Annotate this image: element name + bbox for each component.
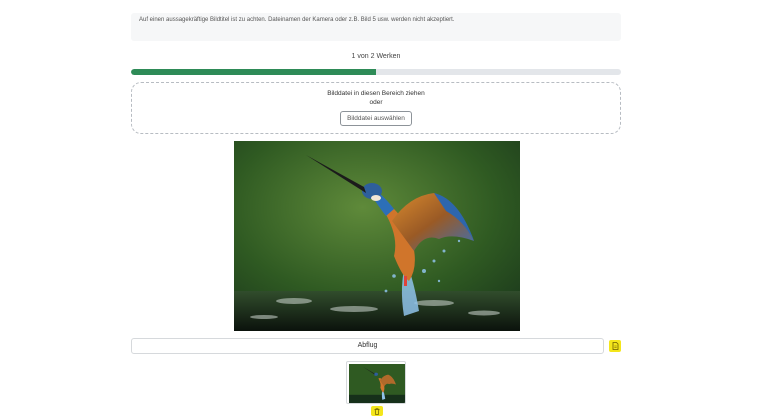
progress-bar bbox=[131, 69, 621, 75]
image-thumbnail[interactable] bbox=[346, 361, 406, 404]
info-notice: Auf einen aussagekräftige Bildtitel ist … bbox=[131, 13, 621, 41]
file-action-button[interactable] bbox=[609, 340, 621, 352]
upload-dropzone[interactable]: Bilddatei in diesen Bereich ziehen oder … bbox=[131, 82, 621, 134]
work-counter: 1 von 2 Werken bbox=[351, 53, 401, 60]
trash-icon bbox=[374, 407, 380, 415]
dropzone-prompt: Bilddatei in diesen Bereich ziehen bbox=[327, 90, 425, 97]
title-row: Abflug bbox=[131, 338, 621, 354]
image-title-input[interactable]: Abflug bbox=[131, 338, 604, 354]
delete-thumbnail-button[interactable] bbox=[371, 406, 383, 416]
kingfisher-photo bbox=[234, 141, 520, 331]
select-file-button[interactable]: Bilddatei auswählen bbox=[340, 111, 412, 126]
file-icon bbox=[612, 342, 619, 350]
notice-text: Auf einen aussagekräftige Bildtitel ist … bbox=[139, 17, 455, 23]
progress-bar-fill bbox=[131, 69, 376, 75]
dropzone-or: oder bbox=[369, 99, 383, 106]
